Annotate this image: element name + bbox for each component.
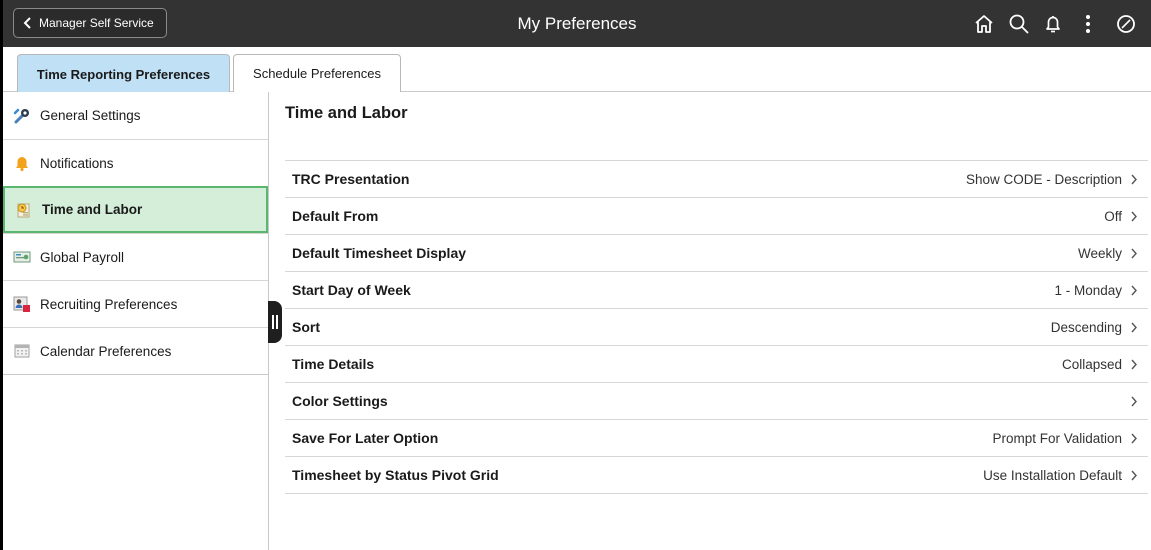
back-button[interactable]: Manager Self Service	[13, 8, 167, 38]
sidebar-item-time-and-labor[interactable]: Time and Labor	[3, 186, 268, 233]
pref-row-save-for-later-option[interactable]: Save For Later Option Prompt For Validat…	[285, 420, 1148, 457]
pref-label: Sort	[292, 319, 320, 335]
sidebar-item-calendar-preferences[interactable]: Calendar Preferences	[3, 327, 268, 374]
timesheet-icon	[14, 200, 34, 220]
sidebar-item-label: Notifications	[40, 155, 114, 171]
chevron-right-icon	[1131, 285, 1137, 295]
collapse-sidebar-handle[interactable]	[268, 301, 282, 343]
sidebar-item-label: General Settings	[40, 108, 141, 123]
pref-row-sort[interactable]: Sort Descending	[285, 309, 1148, 346]
search-icon[interactable]	[1007, 12, 1031, 36]
payroll-icon	[12, 247, 32, 267]
pref-value: Descending	[1050, 319, 1122, 335]
tab-schedule-preferences[interactable]: Schedule Preferences	[233, 54, 401, 92]
section-title: Time and Labor	[285, 104, 408, 122]
tab-time-reporting-preferences[interactable]: Time Reporting Preferences	[17, 54, 230, 93]
pref-label: TRC Presentation	[292, 171, 410, 187]
bell-icon	[12, 153, 32, 173]
pref-label: Timesheet by Status Pivot Grid	[292, 467, 499, 483]
chevron-right-icon	[1131, 211, 1137, 221]
pref-label: Start Day of Week	[292, 282, 411, 298]
pref-value: 1 - Monday	[1054, 282, 1122, 298]
chevron-right-icon	[1131, 174, 1137, 184]
chevron-right-icon	[1131, 433, 1137, 443]
chevron-right-icon	[1131, 470, 1137, 480]
sidebar: General Settings Notifications Time and …	[3, 92, 269, 550]
bell-icon[interactable]	[1041, 12, 1065, 36]
pref-label: Save For Later Option	[292, 430, 439, 446]
pref-row-timesheet-by-status-pivot-grid[interactable]: Timesheet by Status Pivot Grid Use Insta…	[285, 457, 1148, 494]
chevron-left-icon	[23, 17, 31, 29]
pref-row-default-from[interactable]: Default From Off	[285, 198, 1148, 235]
sidebar-item-global-payroll[interactable]: Global Payroll	[3, 233, 268, 280]
preferences-list: TRC Presentation Show CODE - Description…	[285, 160, 1148, 494]
pref-row-default-timesheet-display[interactable]: Default Timesheet Display Weekly	[285, 235, 1148, 272]
sidebar-item-label: Calendar Preferences	[40, 343, 172, 359]
pref-row-time-details[interactable]: Time Details Collapsed	[285, 346, 1148, 383]
back-button-label: Manager Self Service	[39, 16, 154, 30]
drag-handle-icon	[272, 315, 278, 329]
sidebar-item-recruiting-preferences[interactable]: Recruiting Preferences	[3, 280, 268, 327]
chevron-right-icon	[1131, 248, 1137, 258]
sidebar-item-label: Global Payroll	[40, 249, 125, 265]
sidebar-item-label: Time and Labor	[42, 202, 143, 217]
calendar-icon	[12, 341, 32, 361]
sidebar-item-notifications[interactable]: Notifications	[3, 139, 268, 186]
pref-value: Collapsed	[1061, 356, 1122, 372]
top-bar: Manager Self Service My Preferences	[3, 0, 1151, 47]
sidebar-item-general-settings[interactable]: General Settings	[3, 92, 268, 139]
pref-row-color-settings[interactable]: Color Settings	[285, 383, 1148, 420]
pref-row-start-day-of-week[interactable]: Start Day of Week 1 - Monday	[285, 272, 1148, 309]
tab-bar: Time Reporting Preferences Schedule Pref…	[3, 47, 1151, 93]
main-panel: Time and Labor TRC Presentation Show COD…	[283, 92, 1151, 550]
wrench-icon	[12, 106, 32, 126]
sidebar-item-label: Recruiting Preferences	[40, 296, 178, 312]
pref-value: Weekly	[1077, 245, 1122, 261]
home-icon[interactable]	[972, 12, 996, 36]
pref-label: Color Settings	[292, 393, 388, 409]
recruiting-icon	[12, 294, 32, 314]
pref-label: Default From	[292, 208, 379, 224]
pref-label: Default Timesheet Display	[292, 245, 467, 261]
pref-row-trc-presentation[interactable]: TRC Presentation Show CODE - Description	[285, 161, 1148, 198]
more-icon[interactable]	[1076, 12, 1100, 36]
navbar-icon[interactable]	[1114, 12, 1138, 36]
chevron-right-icon	[1131, 359, 1137, 369]
pref-value: Prompt For Validation	[992, 430, 1122, 446]
pref-value: Off	[1104, 208, 1122, 224]
pref-value: Use Installation Default	[983, 467, 1122, 483]
chevron-right-icon	[1131, 396, 1137, 406]
pref-value: Show CODE - Description	[965, 171, 1122, 187]
pref-label: Time Details	[292, 356, 375, 372]
chevron-right-icon	[1131, 322, 1137, 332]
